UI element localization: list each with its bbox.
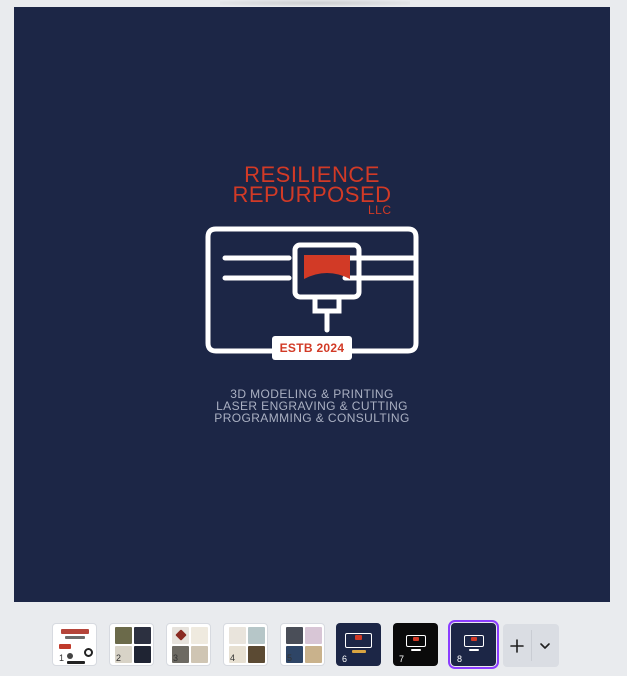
thumb-image-mark — [191, 646, 208, 663]
page-thumbnail-2[interactable]: 2 — [109, 623, 154, 666]
established-badge: ESTB 2024 — [272, 336, 352, 360]
thumb-text-mark — [411, 649, 421, 651]
page-options-button[interactable] — [532, 624, 560, 667]
plus-icon — [509, 638, 524, 653]
thumb-image-mark — [248, 627, 265, 644]
thumb-image-mark — [229, 627, 246, 644]
thumb-image-mark — [286, 627, 303, 644]
page-thumbnail-6[interactable]: 6 — [336, 623, 381, 666]
thumb-text-mark — [65, 636, 85, 639]
page-number: 5 — [287, 653, 293, 663]
thumb-logo-mark — [59, 644, 71, 649]
thumb-image-mark — [134, 646, 151, 663]
logo-suffix: LLC — [368, 203, 392, 217]
service-line-3: PROGRAMMING & CONSULTING — [214, 411, 410, 425]
thumb-logo-mark — [84, 648, 93, 657]
thumb-logo-mark — [355, 635, 362, 640]
chevron-down-icon — [540, 642, 551, 649]
thumb-logo-mark — [61, 629, 89, 634]
page-number: 6 — [342, 654, 348, 664]
page-number: 8 — [457, 654, 463, 664]
thumb-logo-mark — [413, 637, 419, 641]
thumb-image-mark — [191, 627, 208, 644]
thumb-text-mark — [67, 661, 85, 664]
page-number: 4 — [230, 653, 236, 663]
thumb-text-mark — [352, 650, 366, 653]
thumb-text-mark — [469, 649, 479, 651]
thumb-logo-mark — [67, 653, 73, 659]
page-number: 2 — [116, 653, 122, 663]
thumb-image-mark — [305, 646, 322, 663]
page-thumbnail-7[interactable]: 7 — [393, 623, 438, 666]
page-thumbnail-5[interactable]: 5 — [280, 623, 325, 666]
page-number: 1 — [59, 653, 65, 663]
editor-stage: RESILIENCE REPURPOSED LLC ESTB 2024 3D M… — [0, 0, 627, 676]
page-number: 7 — [399, 654, 405, 664]
design-canvas[interactable]: RESILIENCE REPURPOSED LLC ESTB 2024 3D M… — [14, 7, 610, 602]
add-page-button[interactable] — [503, 624, 531, 667]
page-thumbnail-3[interactable]: 3 — [166, 623, 211, 666]
logo-title-line2: REPURPOSED — [232, 182, 392, 207]
thumb-logo-mark — [471, 637, 477, 641]
page-number: 3 — [173, 653, 179, 663]
page-thumbnail-8[interactable]: 8 — [448, 620, 499, 669]
top-toolbar-shadow — [220, 0, 410, 6]
page-thumbnail-4[interactable]: 4 — [223, 623, 268, 666]
page-thumbnail-1[interactable]: 1 — [52, 623, 97, 666]
thumb-image-mark — [305, 627, 322, 644]
thumb-image-mark — [248, 646, 265, 663]
thumb-image-mark — [134, 627, 151, 644]
page-controls — [503, 624, 559, 667]
thumb-image-mark — [115, 627, 132, 644]
